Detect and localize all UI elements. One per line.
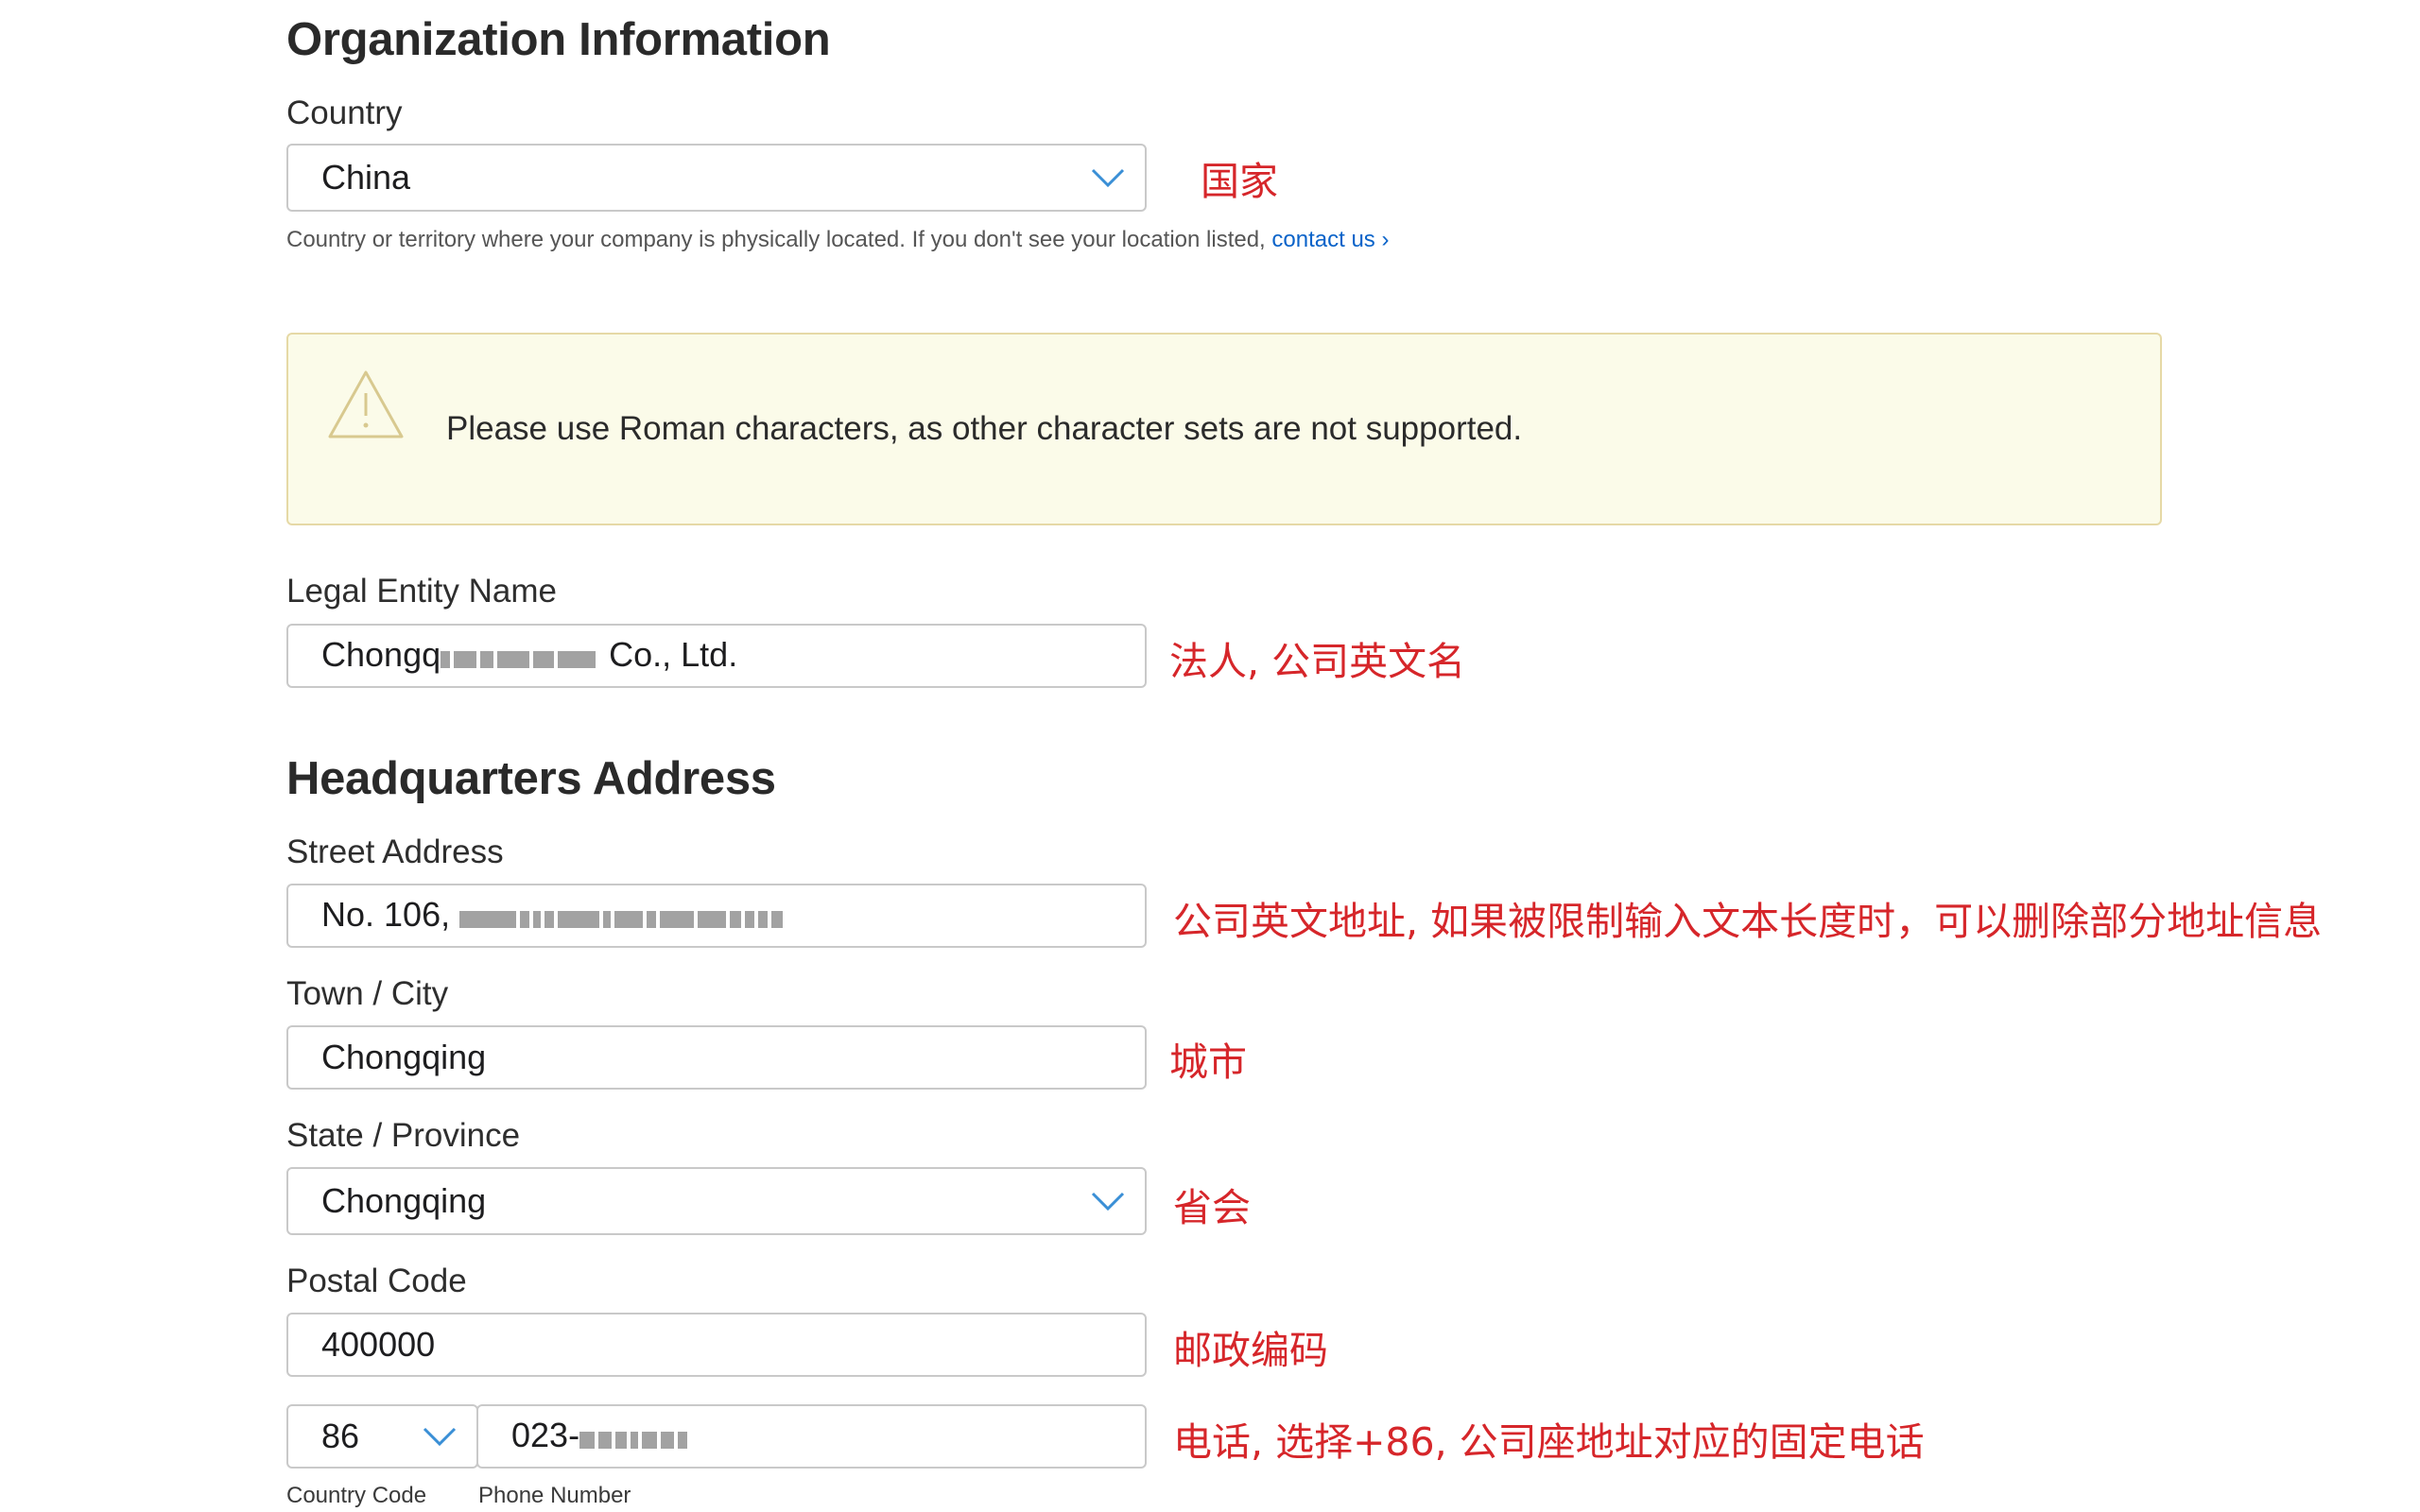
country-value: China xyxy=(321,158,411,197)
country-code-value: 86 xyxy=(321,1417,360,1455)
country-label: Country xyxy=(286,94,403,131)
country-annotation: 国家 xyxy=(1201,159,1278,204)
city-input[interactable]: Chongqing xyxy=(286,1025,1147,1090)
contact-us-link[interactable]: contact us › xyxy=(1271,227,1389,252)
chevron-right-icon: › xyxy=(1381,227,1390,252)
country-help-text: Country or territory where your company … xyxy=(286,227,1389,253)
redacted-text xyxy=(441,637,599,677)
chevron-down-icon xyxy=(423,1427,457,1447)
chevron-down-icon xyxy=(1091,1192,1125,1211)
phone-number-value: 023- xyxy=(478,1416,691,1457)
country-help-copy: Country or territory where your company … xyxy=(286,227,1266,252)
postal-value: 400000 xyxy=(321,1325,436,1364)
warning-triangle-icon xyxy=(328,370,404,438)
legal-entity-value-prefix: Chongq xyxy=(321,634,441,674)
street-value: No. 106, xyxy=(288,895,786,936)
street-annotation: 公司英文地址, 如果被限制输入文本长度时，可以删除部分地址信息 xyxy=(1173,899,2323,944)
street-value-prefix: No. 106, xyxy=(321,894,451,934)
chevron-down-icon xyxy=(1091,168,1125,188)
city-value: Chongqing xyxy=(321,1038,487,1076)
legal-entity-value: Chongq Co., Ltd. xyxy=(288,635,737,677)
legal-entity-annotation: 法人, 公司英文名 xyxy=(1169,639,1466,684)
phone-number-input[interactable]: 023- xyxy=(476,1404,1147,1469)
country-code-caption: Country Code xyxy=(286,1483,427,1508)
section-title-organization: Organization Information xyxy=(286,14,831,65)
phone-number-caption: Phone Number xyxy=(478,1483,631,1508)
legal-entity-label: Legal Entity Name xyxy=(286,573,557,610)
legal-entity-input[interactable]: Chongq Co., Ltd. xyxy=(286,624,1147,688)
country-code-select[interactable]: 86 xyxy=(286,1404,478,1469)
state-label: State / Province xyxy=(286,1117,521,1154)
country-select[interactable]: China xyxy=(286,144,1147,212)
contact-us-label: contact us xyxy=(1271,227,1375,252)
city-annotation: 城市 xyxy=(1169,1040,1247,1085)
warning-text: Please use Roman characters, as other ch… xyxy=(446,410,1523,447)
section-title-headquarters: Headquarters Address xyxy=(286,753,776,804)
postal-label: Postal Code xyxy=(286,1263,467,1299)
city-label: Town / City xyxy=(286,975,449,1012)
street-label: Street Address xyxy=(286,833,504,870)
state-value: Chongqing xyxy=(321,1181,487,1220)
phone-number-prefix: 023- xyxy=(511,1415,580,1454)
postal-annotation: 邮政编码 xyxy=(1173,1328,1328,1373)
warning-banner: Please use Roman characters, as other ch… xyxy=(286,333,2162,525)
state-annotation: 省会 xyxy=(1173,1185,1251,1230)
phone-annotation: 电话, 选择+86, 公司座地址对应的固定电话 xyxy=(1173,1419,1925,1465)
redacted-text xyxy=(459,897,786,936)
street-input[interactable]: No. 106, xyxy=(286,884,1147,948)
postal-input[interactable]: 400000 xyxy=(286,1313,1147,1377)
state-select[interactable]: Chongqing xyxy=(286,1167,1147,1235)
redacted-text xyxy=(579,1418,691,1457)
legal-entity-value-suffix: Co., Ltd. xyxy=(609,634,738,674)
